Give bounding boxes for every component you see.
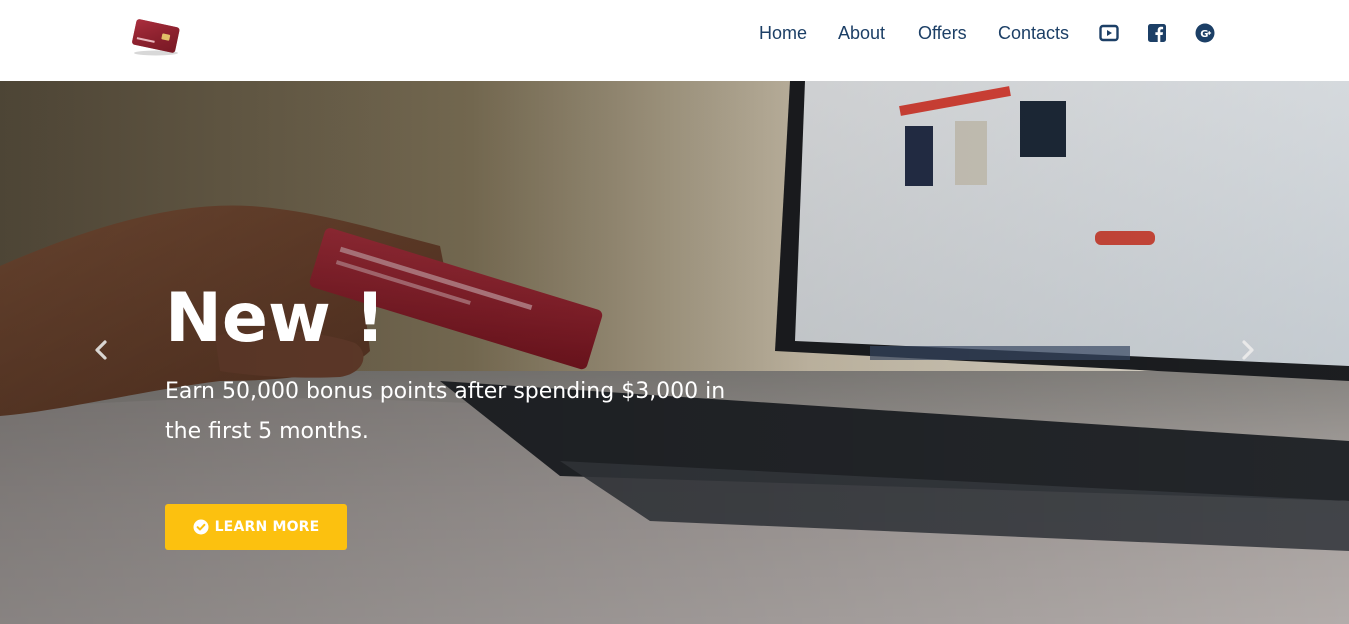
navbar: Home About Offers Contacts G	[0, 0, 1349, 81]
hero-carousel: New ! Earn 50,000 bonus points after spe…	[0, 81, 1349, 624]
logo[interactable]	[130, 15, 182, 57]
learn-more-button[interactable]: LEARN MORE	[165, 504, 347, 550]
nav-home[interactable]: Home	[759, 23, 807, 44]
nav-offers[interactable]: Offers	[918, 23, 967, 44]
youtube-icon[interactable]	[1099, 23, 1119, 43]
carousel-next-button[interactable]	[1238, 339, 1258, 361]
hero-subtext: Earn 50,000 bonus points after spending …	[165, 379, 726, 444]
hero-headline: New !	[165, 279, 386, 358]
chevron-left-icon	[95, 340, 107, 360]
learn-more-label: LEARN MORE	[214, 519, 320, 535]
nav-about[interactable]: About	[838, 23, 885, 44]
google-plus-icon[interactable]: G	[1195, 23, 1215, 43]
check-circle-icon	[193, 519, 209, 535]
svg-text:G: G	[1200, 29, 1208, 40]
chevron-right-icon	[1242, 340, 1254, 360]
nav-contacts[interactable]: Contacts	[998, 23, 1069, 44]
credit-card-logo-icon	[132, 19, 180, 56]
facebook-icon[interactable]	[1147, 23, 1167, 43]
carousel-prev-button[interactable]	[91, 339, 111, 361]
